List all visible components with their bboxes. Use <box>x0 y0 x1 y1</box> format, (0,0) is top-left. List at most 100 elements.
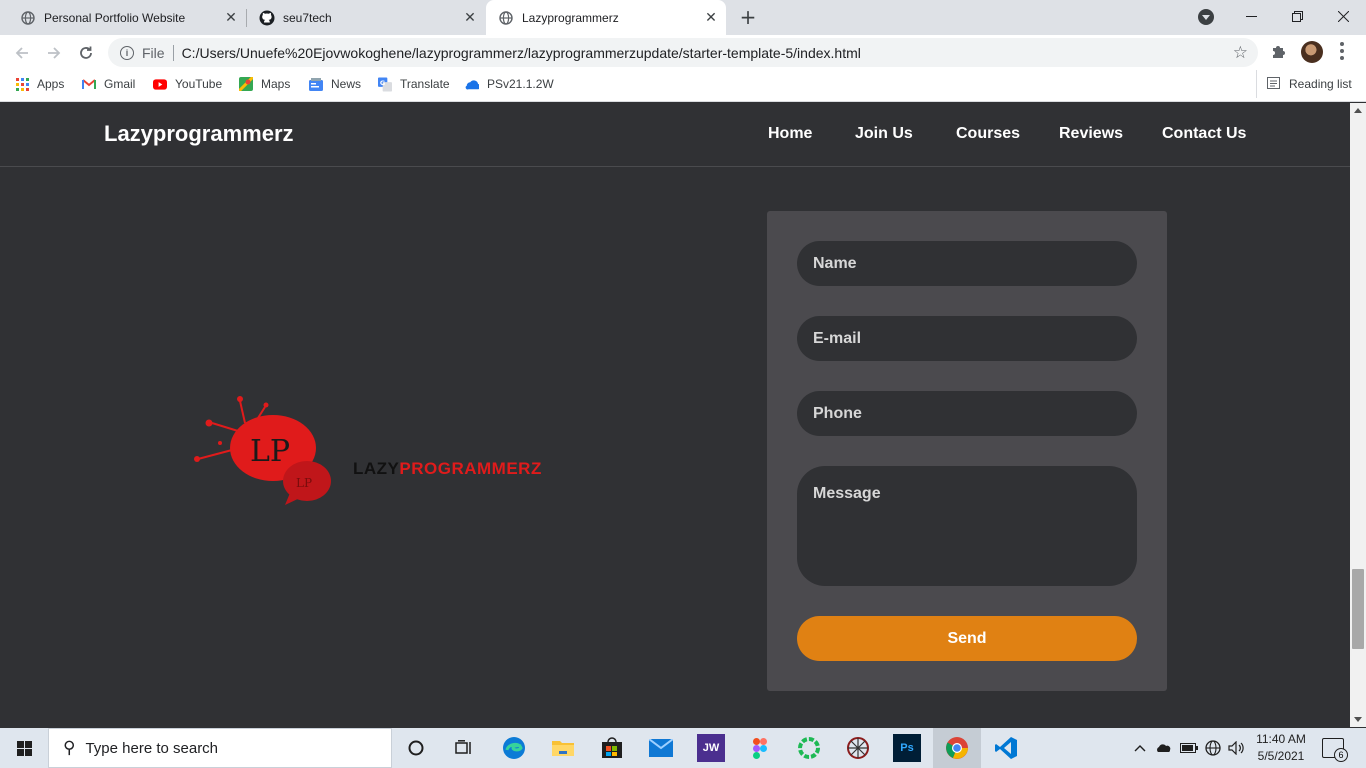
bookmark-label: Apps <box>37 77 65 91</box>
tab-title: Lazyprogrammerz <box>522 10 619 25</box>
message-textarea[interactable]: Message <box>797 466 1137 586</box>
bookmark-gmail[interactable]: Gmail <box>82 70 135 98</box>
tab-search-icon[interactable] <box>1198 9 1214 25</box>
address-bar[interactable]: i File C:/Users/Unuefe%20Ejovwokoghene/l… <box>108 38 1258 67</box>
back-arrow-icon[interactable] <box>9 40 35 66</box>
taskbar-search-box[interactable]: ⚲ Type here to search <box>48 728 392 768</box>
translate-icon: G <box>378 77 392 91</box>
bookmark-psv[interactable]: PSv21.1.2W <box>465 70 554 98</box>
tab-strip: Personal Portfolio Website ✕ seu7tech ✕ … <box>0 0 1366 35</box>
browser-menu-icon[interactable] <box>1340 42 1344 60</box>
web-app-icon[interactable] <box>844 734 872 762</box>
scheme-label: File <box>142 44 165 61</box>
youtube-icon <box>153 77 167 91</box>
bookmark-translate[interactable]: G Translate <box>378 70 450 98</box>
notification-count-badge: 6 <box>1334 748 1348 762</box>
reading-list-label: Reading list <box>1289 77 1352 91</box>
bookmark-news[interactable]: News <box>309 70 361 98</box>
photoshop-icon[interactable]: Ps <box>893 734 921 762</box>
omnibox-divider <box>172 44 174 61</box>
bookmark-apps[interactable]: Apps <box>15 70 64 98</box>
logo-mark: LP LP <box>194 396 331 505</box>
close-window-button[interactable] <box>1320 0 1366 32</box>
tab-seu7tech[interactable]: seu7tech ✕ <box>239 0 485 35</box>
network-globe-icon[interactable] <box>1205 728 1221 768</box>
page-viewport: Lazyprogrammerz Home Join Us Courses Rev… <box>0 103 1350 727</box>
contact-form: Name E-mail Phone Message Send <box>767 211 1167 691</box>
mail-icon[interactable] <box>647 734 675 762</box>
close-icon[interactable]: ✕ <box>461 9 479 27</box>
page-scrollbar[interactable] <box>1350 103 1366 727</box>
site-brand[interactable]: Lazyprogrammerz <box>104 121 294 147</box>
apps-grid-icon <box>15 77 29 91</box>
scroll-thumb[interactable] <box>1352 569 1364 649</box>
taskbar-clock[interactable]: 11:40 AM 5/5/2021 <box>1250 731 1312 765</box>
globe-icon <box>498 10 514 26</box>
tab-personal-portfolio[interactable]: Personal Portfolio Website ✕ <box>0 0 246 35</box>
clock-date: 5/5/2021 <box>1257 749 1305 763</box>
logo-monogram: LP <box>250 434 290 469</box>
github-icon <box>259 10 275 26</box>
bookmark-maps[interactable]: Maps <box>239 70 290 98</box>
minimize-button[interactable] <box>1228 0 1274 32</box>
extensions-puzzle-icon[interactable] <box>1270 43 1286 63</box>
battery-icon[interactable] <box>1180 728 1198 768</box>
bookmark-star-icon[interactable]: ☆ <box>1233 43 1248 63</box>
forward-arrow-icon[interactable] <box>41 40 67 66</box>
phone-input[interactable]: Phone <box>797 391 1137 436</box>
svg-text:G: G <box>380 78 385 86</box>
file-explorer-icon[interactable] <box>549 734 577 762</box>
bookmarks-bar: Apps Gmail YouTube Maps News G Translate <box>0 70 1366 102</box>
search-icon: ⚲ <box>63 738 76 757</box>
windows-start-icon[interactable] <box>0 728 48 768</box>
globe-icon <box>20 10 36 26</box>
nav-join-us[interactable]: Join Us <box>855 125 913 143</box>
info-icon[interactable]: i <box>120 45 134 60</box>
nav-courses[interactable]: Courses <box>956 125 1020 143</box>
maps-icon <box>239 77 253 91</box>
email-input[interactable]: E-mail <box>797 316 1137 361</box>
tab-title: seu7tech <box>283 10 332 25</box>
bookmark-label: Maps <box>261 77 291 91</box>
figma-icon[interactable] <box>746 734 774 762</box>
cortana-icon[interactable] <box>402 734 430 762</box>
task-view-icon[interactable] <box>450 734 478 762</box>
bookmark-label: News <box>331 77 362 91</box>
lazyprogrammerz-logo: LP LP LAZYPROGRAMMERZ <box>190 393 580 508</box>
show-hidden-icons-chevron-icon[interactable] <box>1134 728 1146 768</box>
url-text[interactable]: C:/Users/Unuefe%20Ejovwokoghene/lazyprog… <box>182 45 861 61</box>
tab-title: Personal Portfolio Website <box>44 10 186 25</box>
name-input[interactable]: Name <box>797 241 1137 286</box>
gmail-icon <box>82 77 96 91</box>
bookmark-site-icon <box>465 77 479 91</box>
scroll-down-arrow-icon[interactable] <box>1354 717 1362 722</box>
bookmark-youtube[interactable]: YouTube <box>153 70 222 98</box>
volume-icon[interactable] <box>1228 728 1246 768</box>
reload-icon[interactable] <box>73 40 99 66</box>
site-navbar: Lazyprogrammerz Home Join Us Courses Rev… <box>0 103 1350 167</box>
news-icon <box>309 77 323 91</box>
windows-taskbar: ⚲ Type here to search JW Ps 11:40 AM 5/5… <box>0 728 1366 768</box>
send-button[interactable]: Send <box>797 616 1137 661</box>
jw-app-icon[interactable]: JW <box>697 734 725 762</box>
profile-avatar[interactable] <box>1301 41 1323 63</box>
restore-button[interactable] <box>1274 0 1320 32</box>
clock-time: 11:40 AM <box>1256 732 1306 746</box>
nav-reviews[interactable]: Reviews <box>1059 125 1123 143</box>
chrome-icon[interactable] <box>943 734 971 762</box>
tab-lazyprogrammerz[interactable]: Lazyprogrammerz ✕ <box>486 0 726 35</box>
vscode-icon[interactable] <box>992 734 1020 762</box>
taskbar-search-placeholder: Type here to search <box>85 739 219 757</box>
close-icon[interactable]: ✕ <box>222 9 240 27</box>
nav-home[interactable]: Home <box>768 125 812 143</box>
close-icon[interactable]: ✕ <box>702 9 720 27</box>
scroll-up-arrow-icon[interactable] <box>1354 108 1362 113</box>
reading-list-button[interactable]: Reading list <box>1256 70 1352 98</box>
nav-contact-us[interactable]: Contact Us <box>1162 125 1246 143</box>
logo-word-programmerz: PROGRAMMERZ <box>399 459 542 478</box>
green-ring-app-icon[interactable] <box>795 734 823 762</box>
new-tab-button[interactable]: + <box>736 5 760 29</box>
store-icon[interactable] <box>598 734 626 762</box>
edge-icon[interactable] <box>500 734 528 762</box>
onedrive-cloud-icon[interactable] <box>1156 728 1172 768</box>
